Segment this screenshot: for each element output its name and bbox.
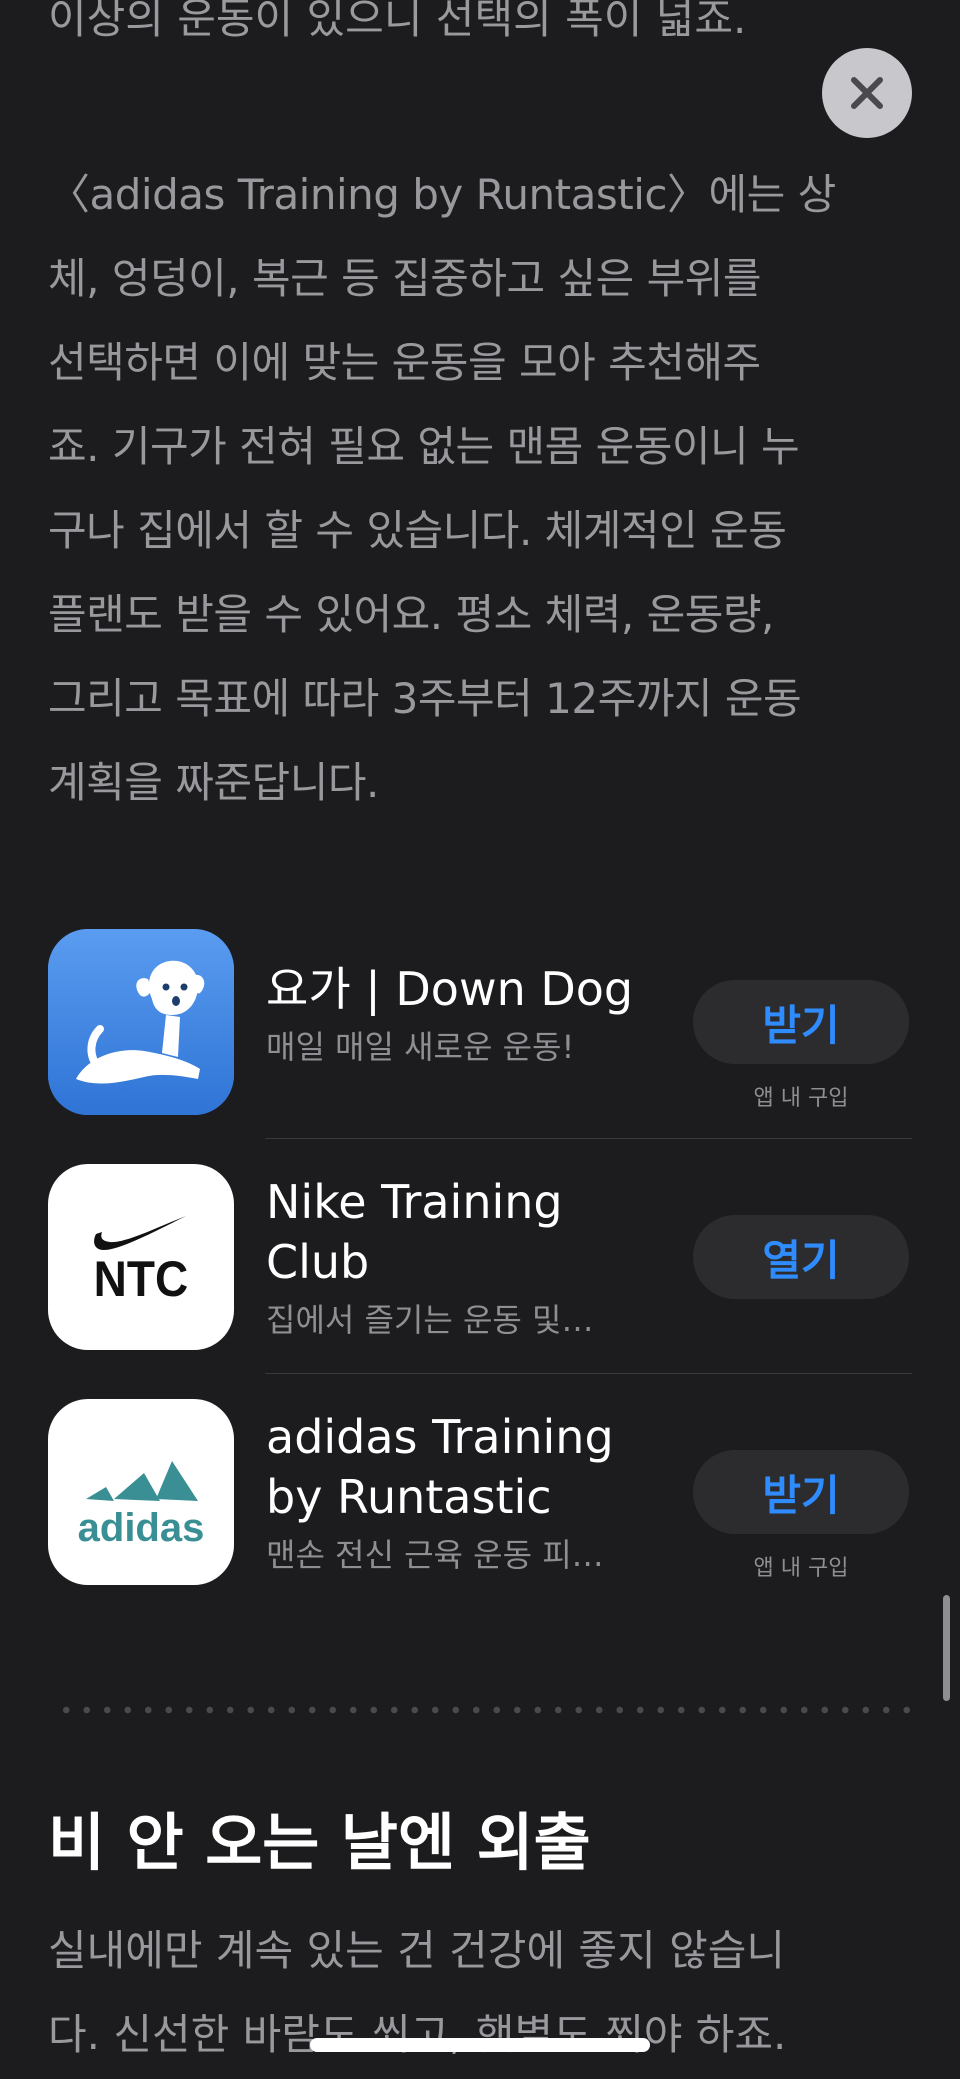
paragraph-line: 그리고 목표에 따라 3주부터 12주까지 운동: [48, 674, 802, 723]
paragraph-line: 선택하면 이에 맞는 운동을 모아 추천해주: [48, 338, 761, 387]
section-body-line: 실내에만 계속 있는 건 건강에 좋지 않습니: [48, 1926, 785, 1975]
home-indicator[interactable]: [310, 2038, 650, 2052]
open-button[interactable]: 열기: [693, 1215, 909, 1299]
close-button[interactable]: [822, 48, 912, 138]
app-name: adidas Training by Runtastic: [266, 1410, 614, 1524]
app-name: Nike Training Club: [266, 1175, 563, 1289]
app-row-nike-training-club[interactable]: NTC Nike Training Club 집에서 즐기는 운동 및… 열기: [48, 1164, 912, 1350]
paragraph-line: 플랜도 받을 수 있어요. 평소 체력, 운동량,: [48, 590, 774, 639]
in-app-purchase-label: 앱 내 구입: [753, 1556, 849, 1581]
divider: [265, 1138, 912, 1139]
nike-ntc-icon[interactable]: NTC: [48, 1164, 234, 1350]
app-name: 요가 | Down Dog: [266, 962, 634, 1016]
ntc-logo-text: NTC: [94, 1252, 189, 1307]
article-partial-line: 이상의 운동이 있으니 선택의 폭이 넓죠.: [48, 0, 747, 43]
paragraph-line: 체, 엉덩이, 복근 등 집중하고 싶은 부위를: [48, 254, 762, 303]
divider: [265, 1373, 912, 1374]
section-body-line: 다. 신선한 바람도 쐬고, 햇볕도 쬐야 하죠.: [48, 2010, 787, 2059]
article-paragraph: 〈adidas Training by Runtastic〉에는 상 체, 엉덩…: [48, 153, 920, 825]
app-subtitle: 맨손 전신 근육 운동 피…: [266, 1536, 604, 1574]
adidas-icon[interactable]: adidas: [48, 1399, 234, 1585]
scroll-indicator[interactable]: [943, 1595, 950, 1701]
paragraph-line: 구나 집에서 할 수 있습니다. 체계적인 운동: [48, 506, 787, 555]
section-title: 비 안 오는 날엔 외출: [48, 1806, 591, 1879]
section-separator: [56, 1706, 916, 1714]
adidas-logo-text: adidas: [78, 1506, 205, 1550]
app-row-adidas-training[interactable]: adidas adidas Training by Runtastic 맨손 전…: [48, 1399, 912, 1585]
paragraph-line: 〈adidas Training by Runtastic〉에는 상: [48, 170, 836, 219]
app-subtitle: 집에서 즐기는 운동 및…: [266, 1301, 594, 1339]
get-button[interactable]: 받기: [693, 1450, 909, 1534]
get-button[interactable]: 받기: [693, 980, 909, 1064]
down-dog-icon[interactable]: [48, 929, 234, 1115]
paragraph-line: 죠. 기구가 전혀 필요 없는 맨몸 운동이니 누: [48, 422, 800, 471]
app-subtitle: 매일 매일 새로운 운동!: [266, 1028, 575, 1066]
in-app-purchase-label: 앱 내 구입: [753, 1086, 849, 1111]
paragraph-line: 계획을 짜준답니다.: [48, 758, 379, 807]
close-icon: [851, 77, 883, 109]
app-row-down-dog[interactable]: 요가 | Down Dog 매일 매일 새로운 운동! 받기 앱 내 구입: [48, 929, 912, 1115]
